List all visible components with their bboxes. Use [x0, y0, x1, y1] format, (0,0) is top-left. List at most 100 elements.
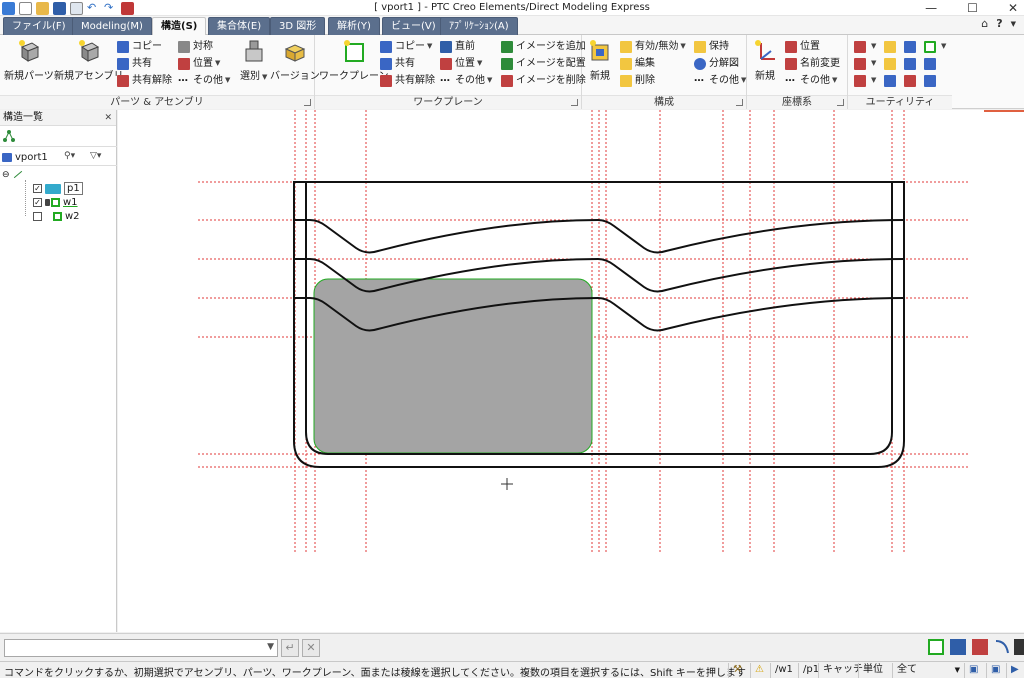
util-box-button[interactable]	[924, 56, 939, 71]
enter-button[interactable]: ↵	[281, 639, 299, 657]
group-launcher-parts[interactable]	[304, 99, 311, 106]
workplane-display-icon[interactable]	[928, 639, 944, 655]
next-icon[interactable]: ▶	[1011, 664, 1019, 675]
coords-position-button[interactable]: 位置	[785, 39, 820, 54]
parts-other-button[interactable]: … その他 ▼	[178, 73, 230, 88]
coords-new-button[interactable]: 新規	[753, 39, 777, 82]
wp-share-button[interactable]: 共有	[380, 56, 415, 71]
help-dropdown-icon[interactable]: ▼	[1011, 20, 1016, 28]
wp-copy-button[interactable]: コピー ▼	[380, 39, 432, 54]
binoculars-icon[interactable]: ⚲▾	[64, 151, 75, 161]
wp-unshare-button[interactable]: 共有解除	[380, 73, 435, 88]
tab-assembly[interactable]: 集合体(E)	[208, 17, 271, 35]
tree-item-p1[interactable]: ✓ p1	[33, 182, 83, 195]
cancel-button[interactable]: ✕	[302, 639, 320, 657]
select-button[interactable]: 選別 ▼	[240, 39, 267, 82]
group-launcher-config[interactable]	[736, 99, 743, 106]
tab-view[interactable]: ビュー(V)	[382, 17, 445, 35]
visibility-checkbox[interactable]: ✓	[33, 184, 42, 193]
new-workplane-button[interactable]: ワークプレーン	[319, 39, 389, 82]
config-keep-button[interactable]: 保持	[694, 39, 729, 54]
share-icon	[380, 57, 392, 70]
tab-analysis[interactable]: 解析(Y)	[328, 17, 380, 35]
tab-file[interactable]: ファイル(F)	[3, 17, 75, 35]
parts-copy-button[interactable]: コピー	[117, 39, 162, 54]
wp-position-button[interactable]: 位置 ▼	[440, 56, 482, 71]
util-frame-button[interactable]: ▼	[924, 39, 946, 54]
config-delete-button[interactable]: 削除	[620, 73, 655, 88]
new-assembly-button[interactable]: 新規アセンブリ	[54, 39, 124, 82]
wp-direct-button[interactable]: 直前	[440, 39, 475, 54]
visibility-checkbox[interactable]: ✓	[33, 198, 42, 207]
parts-symmetry-button[interactable]: 対称	[178, 39, 213, 54]
tab-modeling[interactable]: Modeling(M)	[72, 17, 152, 35]
help-icon[interactable]: ?	[996, 17, 1002, 30]
version-button[interactable]: バージョン	[270, 39, 320, 82]
tree-view-icon[interactable]	[2, 129, 16, 143]
util-axis-button[interactable]	[904, 39, 919, 54]
parts-share-button[interactable]: 共有	[117, 56, 152, 71]
group-launcher-coords[interactable]	[837, 99, 844, 106]
util-pointer-button[interactable]	[884, 39, 899, 54]
coords-rename-button[interactable]: 名前変更	[785, 56, 840, 71]
group-launcher-workplane[interactable]	[571, 99, 578, 106]
new-part-button[interactable]: 新規パーツ	[4, 39, 54, 82]
maximize-button[interactable]: ☐	[967, 0, 978, 16]
home-icon[interactable]: ⌂	[981, 17, 988, 30]
group-label-workplane: ワークプレーン	[315, 95, 581, 109]
tree-item-w2[interactable]: w2	[33, 210, 80, 223]
parts-unshare-button[interactable]: 共有解除	[117, 73, 172, 88]
status-workplane[interactable]: /w1	[770, 663, 797, 678]
visibility-checkbox[interactable]	[33, 212, 42, 221]
place-image-icon	[501, 57, 513, 70]
util-dimension-button[interactable]: ▼	[854, 56, 876, 71]
curve-display-icon[interactable]	[994, 639, 1010, 655]
parts-position-button[interactable]: 位置 ▼	[178, 56, 220, 71]
warning-icon[interactable]: ⚠	[755, 664, 764, 675]
config-toggle-button[interactable]: 有効/無効 ▼	[620, 39, 686, 54]
util-calculator-button[interactable]	[924, 73, 939, 88]
wp-other-button[interactable]: … その他 ▼	[440, 73, 492, 88]
command-dropdown-icon[interactable]: ▼	[267, 642, 274, 652]
util-angle-button[interactable]	[904, 56, 919, 71]
filter-icon[interactable]: ▽▾	[90, 151, 101, 161]
cat-icon[interactable]: ⚒	[733, 664, 742, 675]
close-button[interactable]: ✕	[1008, 0, 1018, 16]
tab-3d-shape[interactable]: 3D 図形	[270, 17, 326, 35]
delete-image-button[interactable]: イメージを削除	[501, 73, 586, 88]
status-unit[interactable]: 単位	[858, 663, 887, 678]
tree-root[interactable]: ⊖	[2, 168, 23, 181]
util-measure-button[interactable]: ▼	[854, 39, 876, 54]
config-edit-button[interactable]: 編集	[620, 56, 655, 71]
minimize-button[interactable]: —	[925, 0, 937, 16]
more-display-icon[interactable]	[1014, 639, 1024, 655]
tree-item-w1[interactable]: ✓ w1	[33, 196, 78, 209]
selected-face[interactable]	[313, 278, 593, 454]
tab-structure[interactable]: 構造(S)	[152, 17, 207, 36]
command-input[interactable]: ▼	[4, 639, 278, 657]
util-tool-button[interactable]	[904, 73, 919, 88]
structure-browser-title: 構造一覧	[3, 112, 43, 123]
pin-close-icon[interactable]: ✕	[100, 110, 112, 126]
part-display-icon[interactable]	[972, 639, 988, 655]
viewport-canvas[interactable]	[118, 110, 1024, 632]
config-explode-button[interactable]: 分解図	[694, 56, 739, 71]
util-note-button[interactable]	[884, 56, 899, 71]
status-filter-select[interactable]: 全て ▼	[892, 663, 964, 678]
config-new-button[interactable]: 新規	[588, 39, 612, 82]
collapse-icon[interactable]: ⊖	[2, 170, 10, 180]
monitor-icon[interactable]: ▣	[969, 664, 978, 675]
drawing-svg[interactable]	[118, 110, 1024, 632]
util-tag-button[interactable]	[884, 73, 899, 88]
place-image-button[interactable]: イメージを配置	[501, 56, 586, 71]
filter-dropdown-icon[interactable]: ▼	[955, 663, 960, 677]
coords-other-button[interactable]: … その他 ▼	[785, 73, 837, 88]
save-status-icon[interactable]: ▣	[991, 664, 1000, 675]
config-other-button[interactable]: … その他 ▼	[694, 73, 746, 88]
shaded-display-icon[interactable]	[950, 639, 966, 655]
copy-icon	[117, 40, 129, 53]
viewport-selector[interactable]: vport1	[2, 151, 48, 164]
tab-application[interactable]: ｱﾌﾟﾘｹｰｼｮﾝ(A)	[440, 17, 518, 35]
util-check-button[interactable]: ▼	[854, 73, 876, 88]
add-image-button[interactable]: イメージを追加	[501, 39, 586, 54]
